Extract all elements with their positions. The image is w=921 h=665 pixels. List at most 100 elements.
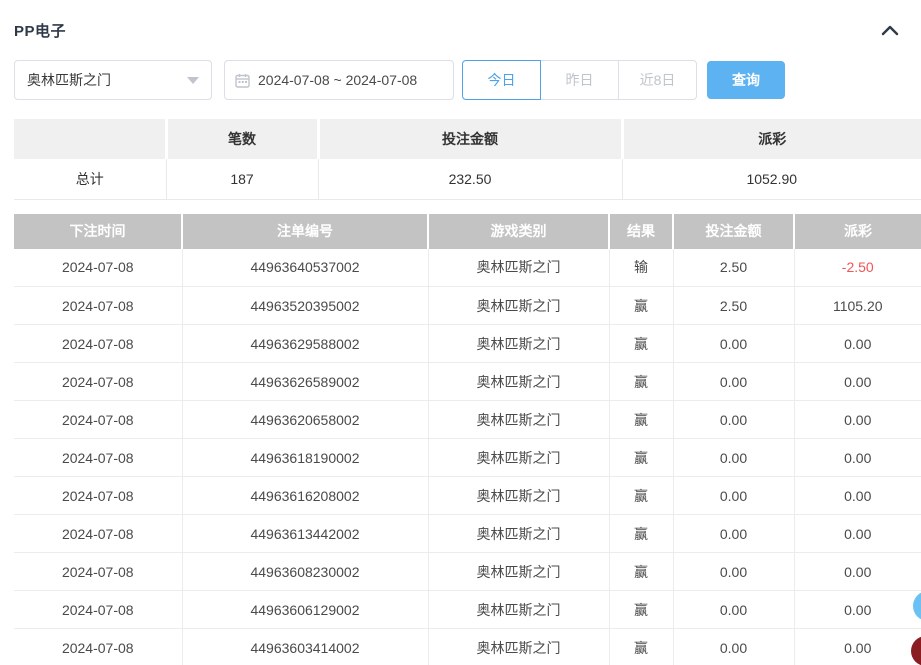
summary-total-bet-amount: 232.50 bbox=[318, 159, 622, 199]
record-bet-id: 44963640537002 bbox=[182, 249, 428, 287]
record-result: 赢 bbox=[609, 477, 673, 515]
record-payout: 0.00 bbox=[794, 401, 921, 439]
pp-dianzi-panel: PP电子 奥林匹斯之门 2024-07-08 ~ 2024-07-08 bbox=[0, 0, 921, 665]
record-bet-time: 2024-07-08 bbox=[14, 287, 182, 325]
table-row: 2024-07-0844963640537002奥林匹斯之门输2.50-2.50 bbox=[14, 249, 921, 287]
table-row: 2024-07-0844963613442002奥林匹斯之门赢0.000.00 bbox=[14, 515, 921, 553]
game-select[interactable]: 奥林匹斯之门 bbox=[14, 60, 212, 100]
records-header-bet-amount: 投注金额 bbox=[673, 214, 794, 249]
today-button[interactable]: 今日 bbox=[462, 60, 541, 100]
record-bet-id: 44963620658002 bbox=[182, 401, 428, 439]
record-bet-time: 2024-07-08 bbox=[14, 515, 182, 553]
table-row: 2024-07-0844963620658002奥林匹斯之门赢0.000.00 bbox=[14, 401, 921, 439]
table-row: 2024-07-0844963603414002奥林匹斯之门赢0.000.00 bbox=[14, 629, 921, 665]
record-bet-id: 44963616208002 bbox=[182, 477, 428, 515]
record-bet-amount: 2.50 bbox=[673, 249, 794, 287]
record-game-type: 奥林匹斯之门 bbox=[428, 591, 609, 629]
table-row: 2024-07-0844963626589002奥林匹斯之门赢0.000.00 bbox=[14, 363, 921, 401]
record-game-type: 奥林匹斯之门 bbox=[428, 553, 609, 591]
query-button[interactable]: 查询 bbox=[707, 61, 785, 99]
record-result: 赢 bbox=[609, 629, 673, 665]
record-payout: 0.00 bbox=[794, 439, 921, 477]
record-result: 赢 bbox=[609, 553, 673, 591]
record-payout: 0.00 bbox=[794, 591, 921, 629]
record-result: 赢 bbox=[609, 515, 673, 553]
records-header-row: 下注时间 注单编号 游戏类别 结果 投注金额 派彩 bbox=[14, 214, 921, 249]
record-bet-amount: 0.00 bbox=[673, 363, 794, 401]
record-result: 赢 bbox=[609, 401, 673, 439]
record-bet-time: 2024-07-08 bbox=[14, 363, 182, 401]
records-table: 下注时间 注单编号 游戏类别 结果 投注金额 派彩 2024-07-084496… bbox=[14, 214, 921, 665]
table-row: 2024-07-0844963520395002奥林匹斯之门赢2.501105.… bbox=[14, 287, 921, 325]
table-row: 2024-07-0844963606129002奥林匹斯之门赢0.000.00 bbox=[14, 591, 921, 629]
record-bet-time: 2024-07-08 bbox=[14, 401, 182, 439]
records-header-payout: 派彩 bbox=[794, 214, 921, 249]
filter-bar: 奥林匹斯之门 2024-07-08 ~ 2024-07-08 今日 昨日 近8日… bbox=[0, 60, 921, 100]
records-header-game-type: 游戏类别 bbox=[428, 214, 609, 249]
quick-date-button-group: 今日 昨日 近8日 bbox=[462, 60, 697, 100]
record-bet-amount: 0.00 bbox=[673, 439, 794, 477]
record-bet-time: 2024-07-08 bbox=[14, 477, 182, 515]
summary-total-label: 总计 bbox=[14, 159, 166, 199]
record-result: 赢 bbox=[609, 439, 673, 477]
record-bet-time: 2024-07-08 bbox=[14, 591, 182, 629]
summary-header-payout: 派彩 bbox=[622, 119, 921, 159]
record-bet-amount: 0.00 bbox=[673, 515, 794, 553]
calendar-icon bbox=[235, 73, 250, 88]
table-row: 2024-07-0844963616208002奥林匹斯之门赢0.000.00 bbox=[14, 477, 921, 515]
record-bet-amount: 0.00 bbox=[673, 401, 794, 439]
record-bet-time: 2024-07-08 bbox=[14, 325, 182, 363]
summary-header-count: 笔数 bbox=[166, 119, 318, 159]
record-result: 赢 bbox=[609, 591, 673, 629]
record-bet-time: 2024-07-08 bbox=[14, 439, 182, 477]
record-bet-amount: 0.00 bbox=[673, 553, 794, 591]
record-game-type: 奥林匹斯之门 bbox=[428, 363, 609, 401]
records-header-bet-time: 下注时间 bbox=[14, 214, 182, 249]
record-payout: 0.00 bbox=[794, 477, 921, 515]
summary-total-row: 总计 187 232.50 1052.90 bbox=[14, 159, 921, 199]
summary-header-bet-amount: 投注金额 bbox=[318, 119, 622, 159]
panel-title: PP电子 bbox=[14, 20, 66, 41]
record-bet-amount: 0.00 bbox=[673, 325, 794, 363]
record-game-type: 奥林匹斯之门 bbox=[428, 477, 609, 515]
record-bet-time: 2024-07-08 bbox=[14, 553, 182, 591]
records-header-bet-id: 注单编号 bbox=[182, 214, 428, 249]
record-bet-id: 44963629588002 bbox=[182, 325, 428, 363]
record-bet-amount: 2.50 bbox=[673, 287, 794, 325]
table-row: 2024-07-0844963618190002奥林匹斯之门赢0.000.00 bbox=[14, 439, 921, 477]
record-bet-time: 2024-07-08 bbox=[14, 249, 182, 287]
summary-total-payout: 1052.90 bbox=[622, 159, 921, 199]
record-bet-amount: 0.00 bbox=[673, 477, 794, 515]
chevron-up-icon bbox=[881, 24, 899, 36]
record-result: 赢 bbox=[609, 325, 673, 363]
date-range-picker[interactable]: 2024-07-08 ~ 2024-07-08 bbox=[224, 60, 454, 100]
record-game-type: 奥林匹斯之门 bbox=[428, 325, 609, 363]
panel-header: PP电子 bbox=[0, 0, 921, 42]
date-range-value: 2024-07-08 ~ 2024-07-08 bbox=[258, 72, 417, 88]
summary-table: 笔数 投注金额 派彩 总计 187 232.50 1052.90 bbox=[14, 119, 921, 200]
record-payout: 1105.20 bbox=[794, 287, 921, 325]
record-bet-id: 44963606129002 bbox=[182, 591, 428, 629]
record-result: 赢 bbox=[609, 363, 673, 401]
summary-total-count: 187 bbox=[166, 159, 318, 199]
record-game-type: 奥林匹斯之门 bbox=[428, 515, 609, 553]
records-header-result: 结果 bbox=[609, 214, 673, 249]
record-game-type: 奥林匹斯之门 bbox=[428, 401, 609, 439]
record-game-type: 奥林匹斯之门 bbox=[428, 249, 609, 287]
record-payout: -2.50 bbox=[794, 249, 921, 287]
game-select-value: 奥林匹斯之门 bbox=[27, 70, 111, 90]
yesterday-button[interactable]: 昨日 bbox=[540, 60, 619, 100]
record-payout: 0.00 bbox=[794, 363, 921, 401]
record-payout: 0.00 bbox=[794, 629, 921, 665]
summary-header-empty bbox=[14, 119, 166, 159]
record-bet-id: 44963608230002 bbox=[182, 553, 428, 591]
record-payout: 0.00 bbox=[794, 325, 921, 363]
table-row: 2024-07-0844963629588002奥林匹斯之门赢0.000.00 bbox=[14, 325, 921, 363]
record-bet-time: 2024-07-08 bbox=[14, 629, 182, 665]
collapse-panel-button[interactable] bbox=[879, 19, 901, 41]
record-bet-id: 44963618190002 bbox=[182, 439, 428, 477]
record-bet-amount: 0.00 bbox=[673, 629, 794, 665]
last-8-days-button[interactable]: 近8日 bbox=[618, 60, 697, 100]
record-game-type: 奥林匹斯之门 bbox=[428, 629, 609, 665]
record-bet-id: 44963626589002 bbox=[182, 363, 428, 401]
